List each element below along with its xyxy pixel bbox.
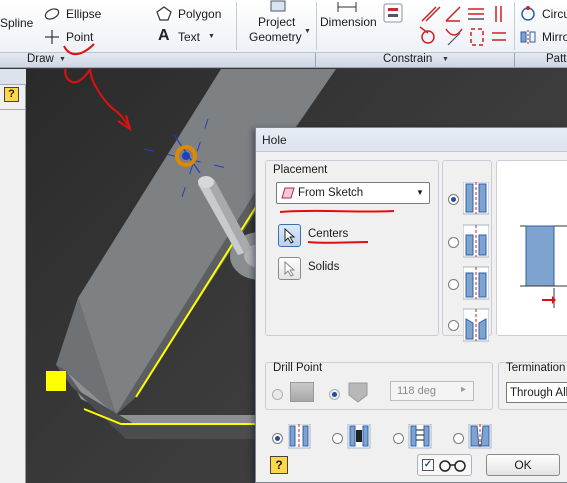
project-geometry-button[interactable]: Project Geometry ▼: [246, 0, 312, 50]
annotation-arrow-curve: [64, 69, 131, 128]
point-icon: [45, 30, 59, 44]
simple-hole-radio[interactable]: [272, 433, 283, 444]
placement-label: Placement: [273, 164, 328, 176]
cursor-arrow-icon: [284, 228, 296, 244]
glasses-icon: [439, 460, 466, 472]
dialog-title-bar[interactable]: Hole: [256, 128, 567, 152]
polygon-icon: [156, 6, 172, 21]
circular-pattern-icon: [521, 6, 535, 21]
tapped-hole-icon: [408, 424, 432, 449]
clearance-hole-icon: [347, 424, 371, 449]
ellipse-button[interactable]: Ellipse: [44, 6, 134, 22]
text-label: Text: [178, 30, 201, 44]
text-button[interactable]: A Text ▼: [156, 27, 236, 45]
cursor-arrow-icon: [284, 261, 296, 277]
draw-panel-label[interactable]: Draw: [27, 53, 54, 65]
constraint-tools: [383, 3, 506, 46]
simple-hole-icon: [288, 424, 311, 449]
drilled-hole-icon: [463, 182, 489, 215]
dimension-icon: [337, 2, 357, 12]
termination-value: Through All: [510, 387, 567, 399]
panel-separator: [514, 53, 515, 68]
flat-drill-point-icon: [290, 382, 314, 402]
countersink-radio[interactable]: [448, 320, 459, 331]
text-icon: A: [158, 27, 170, 44]
flat-drill-point-radio[interactable]: [272, 389, 283, 400]
polygon-label: Polygon: [178, 7, 222, 21]
hole-kind-icons: [288, 424, 492, 449]
annotation-arrowhead: [117, 114, 132, 132]
project-geometry-label-1: Project: [258, 15, 296, 29]
angle-drill-point-radio[interactable]: [329, 389, 340, 400]
text-dropdown-arrow[interactable]: ▼: [208, 33, 215, 40]
project-geometry-dropdown-arrow[interactable]: ▼: [304, 28, 311, 35]
counterbore-icon: [463, 224, 489, 258]
project-geometry-icon: [270, 0, 286, 12]
fix-icon: [470, 28, 484, 46]
dimension-label: Dimension: [320, 15, 377, 29]
counterbore-radio[interactable]: [448, 237, 459, 248]
preview-checkbox[interactable]: ✓: [422, 459, 434, 471]
sketch-corner-point: [46, 371, 66, 391]
termination-label: Termination: [506, 362, 566, 374]
countersink-icon: [463, 308, 489, 342]
pattern-panel-label[interactable]: Patt: [546, 53, 566, 65]
mirror-icon: [520, 30, 536, 44]
chevron-right-icon[interactable]: ▸: [461, 384, 466, 395]
dimension-button[interactable]: Dimension: [318, 0, 380, 50]
solids-label: Solids: [308, 261, 340, 273]
ribbon-separator: [236, 2, 237, 50]
angle-drill-point-icon: [348, 382, 368, 403]
browser-help-icon[interactable]: ?: [4, 87, 19, 102]
help-button[interactable]: ?: [270, 456, 288, 474]
polygon-button[interactable]: Polygon: [156, 6, 236, 22]
show-constraints-icon: [383, 3, 403, 23]
drill-angle-value: 118 deg: [397, 385, 436, 397]
pin-top: [198, 176, 214, 188]
spotface-icon: [463, 266, 489, 300]
circular-pattern-button[interactable]: Circu: [520, 6, 567, 22]
hole-dialog[interactable]: Hole Placement From Sketch ▼ Centers Sol…: [255, 127, 567, 483]
centers-select-button[interactable]: [278, 224, 301, 247]
spline-button[interactable]: Spline: [0, 16, 33, 30]
constrain-panel-expand-icon[interactable]: ▼: [442, 56, 449, 63]
annotation-underline-placement: [279, 209, 395, 213]
taper-tapped-hole-icon: [468, 424, 492, 449]
annotation-underline-centers: [307, 241, 369, 244]
spotface-radio[interactable]: [448, 279, 459, 290]
placement-dropdown[interactable]: From Sketch ▼: [276, 182, 430, 204]
solids-select-button[interactable]: [278, 257, 301, 280]
browser-header: [0, 69, 26, 85]
dialog-title: Hole: [262, 133, 287, 147]
sketch-plane-icon: [281, 187, 295, 199]
perpendicular-icon: [445, 6, 461, 22]
drill-point-label: Drill Point: [273, 362, 323, 374]
panel-separator: [315, 53, 316, 68]
ellipse-icon: [44, 8, 60, 20]
ribbon-separator: [514, 2, 515, 50]
annotation-point-underline: [63, 43, 95, 55]
browser-divider: [0, 109, 25, 110]
ok-button[interactable]: OK: [486, 454, 560, 476]
circular-pattern-label: Circu: [542, 7, 567, 21]
constrain-panel-label[interactable]: Constrain: [383, 53, 432, 65]
hole-preview-drawing: [520, 225, 567, 308]
placement-value: From Sketch: [298, 187, 364, 199]
mirror-button[interactable]: Mirro: [520, 29, 567, 45]
drill-angle-field[interactable]: 118 deg ▸: [390, 381, 474, 401]
mirror-label: Mirro: [542, 30, 567, 44]
hole-type-icons: [463, 182, 489, 342]
preview-toggle-group: ✓: [417, 454, 472, 476]
chevron-down-icon: ▼: [416, 188, 424, 197]
project-geometry-label-2: Geometry: [249, 30, 302, 44]
ribbon-separator: [316, 2, 317, 50]
termination-dropdown[interactable]: Through All: [506, 382, 567, 403]
ellipse-label: Ellipse: [66, 7, 102, 21]
model-browser-strip: ?: [0, 69, 26, 483]
drilled-hole-radio[interactable]: [448, 194, 459, 205]
